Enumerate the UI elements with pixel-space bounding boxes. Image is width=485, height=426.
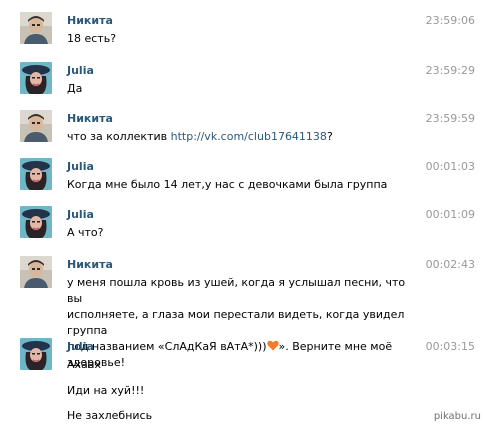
message-text: что за коллектив http://vk.com/club17641… <box>67 129 422 145</box>
message-line: у меня пошла кровь из ушей, когда я услы… <box>67 276 406 305</box>
julia-avatar[interactable] <box>20 62 52 94</box>
julia-avatar[interactable] <box>20 206 52 238</box>
message-line: А что? <box>67 226 104 239</box>
julia-avatar[interactable] <box>20 158 52 190</box>
message-text-suffix: ? <box>326 130 333 143</box>
message-text: А что? <box>67 225 422 241</box>
julia-avatar[interactable] <box>20 338 52 370</box>
message-author[interactable]: Julia <box>67 208 94 221</box>
message-line: Иди на хуй!!! <box>67 384 145 397</box>
nikita-avatar[interactable] <box>20 256 52 288</box>
message-time[interactable]: 00:03:15 <box>405 340 475 353</box>
message-line: Не захлебнись <box>67 409 153 422</box>
message-author[interactable]: Julia <box>67 340 94 353</box>
message-line: Когда мне было 14 лет,у нас с девочками … <box>67 178 388 191</box>
watermark: pikabu.ru <box>433 411 481 422</box>
nikita-avatar[interactable] <box>20 110 52 142</box>
message-text: Не захлебнись <box>67 408 422 424</box>
message-author[interactable]: Julia <box>67 160 94 173</box>
message-text: Да <box>67 81 422 97</box>
message-time[interactable]: 00:01:03 <box>405 160 475 173</box>
message-line: Ахаах <box>67 358 102 371</box>
message-text: 18 есть? <box>67 31 422 47</box>
message-text: Иди на хуй!!! <box>67 383 422 399</box>
message-time[interactable]: 00:02:43 <box>405 258 475 271</box>
message-time[interactable]: 23:59:29 <box>405 64 475 77</box>
message-line: Да <box>67 82 83 95</box>
message-time[interactable]: 23:59:06 <box>405 14 475 27</box>
message-time[interactable]: 00:01:09 <box>405 208 475 221</box>
message-text-prefix: под названием «СлАдКаЯ вАтА*))) <box>67 340 267 353</box>
message-text-prefix: что за коллектив <box>67 130 171 143</box>
message-time[interactable]: 23:59:59 <box>405 112 475 125</box>
message-author[interactable]: Никита <box>67 14 113 27</box>
club-link[interactable]: http://vk.com/club17641138 <box>171 130 327 143</box>
message-text: Ахаах <box>67 357 422 373</box>
message-author[interactable]: Никита <box>67 112 113 125</box>
message-author[interactable]: Никита <box>67 258 113 271</box>
message-author[interactable]: Julia <box>67 64 94 77</box>
message-text: Когда мне было 14 лет,у нас с девочками … <box>67 177 422 193</box>
heart-icon <box>266 340 279 351</box>
message-line: 18 есть? <box>67 32 117 45</box>
nikita-avatar[interactable] <box>20 12 52 44</box>
message-line: исполняете, а глаза мои перестали видеть… <box>67 308 405 337</box>
